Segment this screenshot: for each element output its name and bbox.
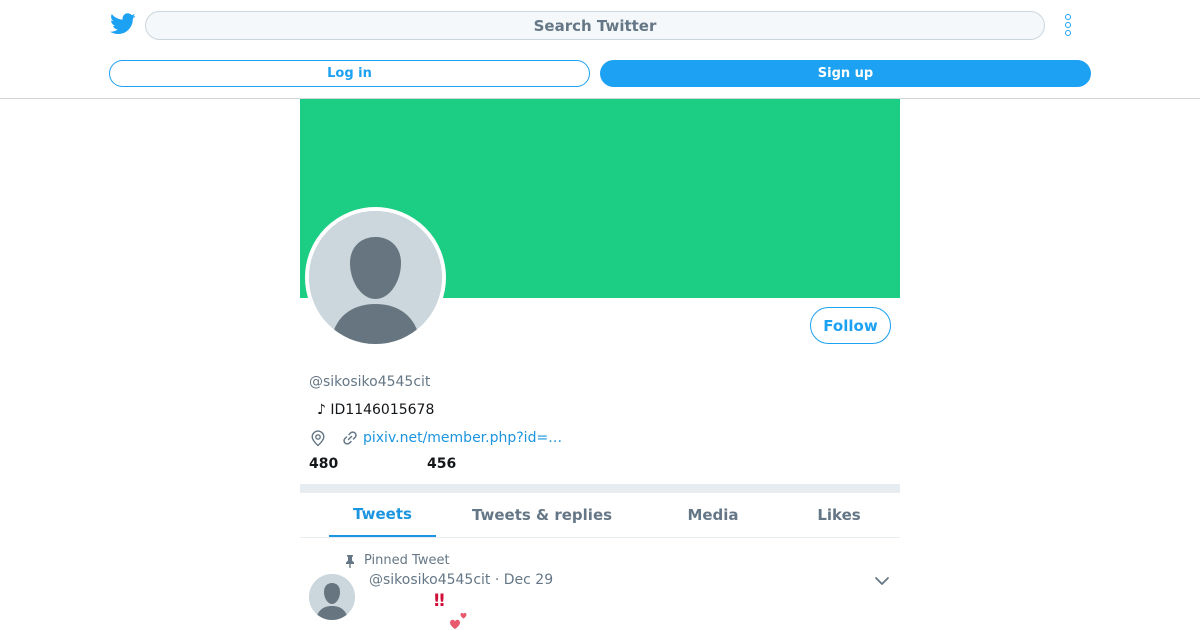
profile-avatar[interactable]	[305, 207, 446, 348]
followers-count[interactable]: 456	[427, 456, 456, 472]
follow-button[interactable]: Follow	[810, 307, 891, 344]
tweet-header: @sikosiko4545cit · Dec 29	[369, 572, 554, 588]
tweet-avatar[interactable]	[309, 574, 355, 620]
chevron-down-icon[interactable]	[874, 574, 890, 588]
two-hearts-icon	[450, 612, 467, 629]
pinned-label: Pinned Tweet	[364, 553, 450, 568]
tab-tweets[interactable]: Tweets	[329, 493, 436, 537]
default-avatar-icon	[309, 211, 442, 344]
default-avatar-icon	[309, 574, 355, 620]
double-exclamation-emoji: ‼	[434, 591, 445, 611]
pinned-indicator: Pinned Tweet	[344, 553, 450, 568]
tab-likes[interactable]: Likes	[805, 493, 873, 537]
profile-meta: pixiv.net/member.php?id=…	[309, 429, 562, 447]
pin-icon	[346, 554, 354, 568]
signup-button[interactable]: Sign up	[600, 60, 1091, 87]
link-icon	[343, 431, 357, 445]
more-vertical-icon[interactable]	[1058, 12, 1078, 38]
profile-link[interactable]: pixiv.net/member.php?id=…	[363, 430, 562, 446]
profile-handle: @sikosiko4545cit	[309, 374, 431, 390]
login-button[interactable]: Log in	[109, 60, 590, 87]
twitter-bird-icon[interactable]	[110, 12, 136, 36]
location-icon	[311, 430, 325, 447]
profile-bio: ♪ ID1146015678	[317, 402, 435, 418]
section-divider	[300, 484, 900, 493]
profile-tabs: Tweets Tweets & replies Media Likes	[300, 493, 900, 538]
tab-tweets-replies[interactable]: Tweets & replies	[467, 493, 617, 537]
following-count[interactable]: 480	[309, 456, 338, 472]
tab-media[interactable]: Media	[669, 493, 757, 537]
top-header: Search Twitter Log in Sign up	[0, 0, 1200, 99]
search-input[interactable]: Search Twitter	[145, 11, 1045, 40]
